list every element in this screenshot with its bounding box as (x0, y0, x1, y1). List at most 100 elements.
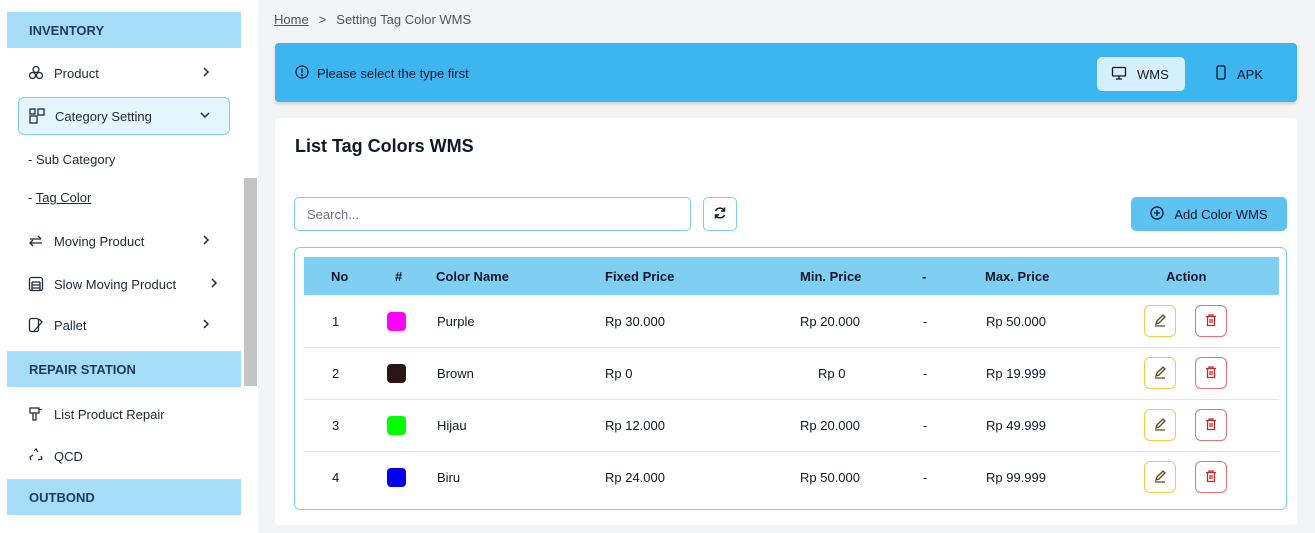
breadcrumb-home-link[interactable]: Home (274, 12, 309, 27)
warehouse-icon (28, 276, 44, 292)
sidebar-item-qcd[interactable]: QCD (18, 438, 230, 474)
chevron-right-icon (200, 318, 212, 330)
cell-color-name: Brown (437, 366, 474, 381)
delete-button[interactable] (1195, 305, 1227, 337)
sidebar-item-moving-product[interactable]: Moving Product (18, 223, 230, 259)
apk-label: APK (1237, 66, 1264, 82)
delete-button[interactable] (1195, 461, 1227, 493)
cell-color-name: Purple (437, 314, 475, 329)
edit-button[interactable] (1144, 409, 1176, 441)
cell-min-price: Rp 20.000 (800, 418, 860, 433)
header-no: No (331, 269, 349, 284)
edit-button[interactable] (1144, 305, 1176, 337)
cell-max-price: Rp 19.999 (986, 366, 1046, 381)
sidebar-item-list-product-repair[interactable]: List Product Repair (18, 396, 230, 432)
wms-label: WMS (1137, 66, 1169, 82)
sidebar-item-slow-moving-product[interactable]: Slow Moving Product (18, 266, 230, 302)
edit-button[interactable] (1144, 461, 1176, 493)
pencil-icon (1153, 365, 1167, 382)
cell-max-price: Rp 50.000 (986, 314, 1046, 329)
sidebar: INVENTORY Product Category Setting - Sub… (0, 0, 258, 533)
cell-min-price: Rp 0 (818, 366, 846, 381)
section-header-inventory: INVENTORY (7, 12, 241, 48)
header-action: Action (1166, 269, 1207, 284)
sidebar-item-product[interactable]: Product (18, 55, 230, 91)
color-swatch (387, 468, 406, 487)
cell-dash: - (923, 314, 928, 329)
refresh-icon (713, 206, 727, 223)
wms-type-button[interactable]: WMS (1097, 57, 1185, 91)
cell-fixed-price: Rp 30.000 (605, 314, 665, 329)
sidebar-item-label: Product (54, 65, 99, 81)
sidebar-item-label: Moving Product (54, 233, 145, 249)
sidebar-item-label: Category Setting (55, 108, 152, 124)
chevron-right-icon (200, 234, 212, 246)
info-circle-icon (295, 65, 309, 82)
table-header: No # Color Name Fixed Price Min. Price -… (304, 257, 1279, 295)
refresh-button[interactable] (703, 197, 737, 231)
header-hash: # (395, 269, 403, 284)
pencil-icon (1153, 469, 1167, 486)
cell-no: 1 (332, 314, 340, 329)
category-grid-icon (29, 108, 45, 124)
sidebar-scrollbar-thumb[interactable] (244, 178, 257, 386)
tag-colors-card: List Tag Colors WMS Add Color WMS No # C… (275, 118, 1297, 525)
table-row: 3 Hijau Rp 12.000 Rp 20.000 - Rp 49.999 (304, 400, 1279, 452)
type-select-banner: Please select the type first WMS APK (275, 43, 1297, 102)
header-min-price: Min. Price (800, 269, 862, 284)
banner-message: Please select the type first (295, 65, 469, 82)
section-header-repair-station: REPAIR STATION (7, 351, 241, 387)
monitor-icon (1111, 66, 1127, 83)
section-header-outbond: OUTBOND (7, 479, 241, 515)
edit-button[interactable] (1144, 357, 1176, 389)
header-color-name: Color Name (436, 269, 509, 284)
cell-min-price: Rp 20.000 (800, 314, 860, 329)
header-fixed-price: Fixed Price (605, 269, 675, 284)
search-input[interactable] (294, 197, 691, 231)
apk-type-button[interactable]: APK (1201, 57, 1285, 91)
arrows-icon (28, 233, 44, 249)
trash-icon (1204, 417, 1218, 434)
cell-fixed-price: Rp 24.000 (605, 470, 665, 485)
recycle-icon (28, 448, 44, 464)
color-swatch (387, 312, 406, 331)
tag-colors-table: No # Color Name Fixed Price Min. Price -… (294, 247, 1287, 510)
table-row: 2 Brown Rp 0 Rp 0 - Rp 19.999 (304, 348, 1279, 400)
sidebar-subitem-sub-category[interactable]: - Sub Category (28, 152, 115, 167)
page-title: List Tag Colors WMS (295, 136, 474, 156)
chevron-right-icon (208, 277, 220, 289)
cell-dash: - (923, 366, 928, 381)
phone-icon (1215, 65, 1227, 83)
cell-color-name: Hijau (437, 418, 467, 433)
sidebar-item-label: Slow Moving Product (54, 276, 177, 292)
breadcrumb-separator: > (318, 12, 327, 27)
add-color-button[interactable]: Add Color WMS (1131, 197, 1287, 231)
sidebar-item-pallet[interactable]: Pallet (18, 307, 230, 343)
trash-icon (1204, 365, 1218, 382)
cell-max-price: Rp 99.999 (986, 470, 1046, 485)
cell-max-price: Rp 49.999 (986, 418, 1046, 433)
header-max-price: Max. Price (985, 269, 1050, 284)
breadcrumb: Home > Setting Tag Color WMS (274, 12, 471, 27)
header-dash: - (922, 269, 927, 284)
color-swatch (387, 416, 406, 435)
subitem-prefix: - (28, 190, 36, 205)
banner-message-text: Please select the type first (317, 66, 469, 81)
plus-circle-icon (1150, 205, 1165, 223)
cell-dash: - (923, 418, 928, 433)
subitem-label: Tag Color (35, 190, 92, 205)
sidebar-item-label: QCD (54, 448, 83, 464)
sidebar-subitem-tag-color[interactable]: - Tag Color (28, 190, 91, 205)
delete-button[interactable] (1195, 409, 1227, 441)
pencil-icon (1153, 313, 1167, 330)
sidebar-item-label: Pallet (54, 317, 87, 333)
pencil-icon (1153, 417, 1167, 434)
cell-fixed-price: Rp 12.000 (605, 418, 665, 433)
table-row: 4 Biru Rp 24.000 Rp 50.000 - Rp 99.999 (304, 452, 1279, 504)
cell-no: 3 (332, 418, 340, 433)
drill-icon (28, 406, 44, 422)
cell-color-name: Biru (437, 470, 461, 485)
sidebar-item-category-setting[interactable]: Category Setting (18, 97, 230, 135)
trash-icon (1204, 469, 1218, 486)
delete-button[interactable] (1195, 357, 1227, 389)
